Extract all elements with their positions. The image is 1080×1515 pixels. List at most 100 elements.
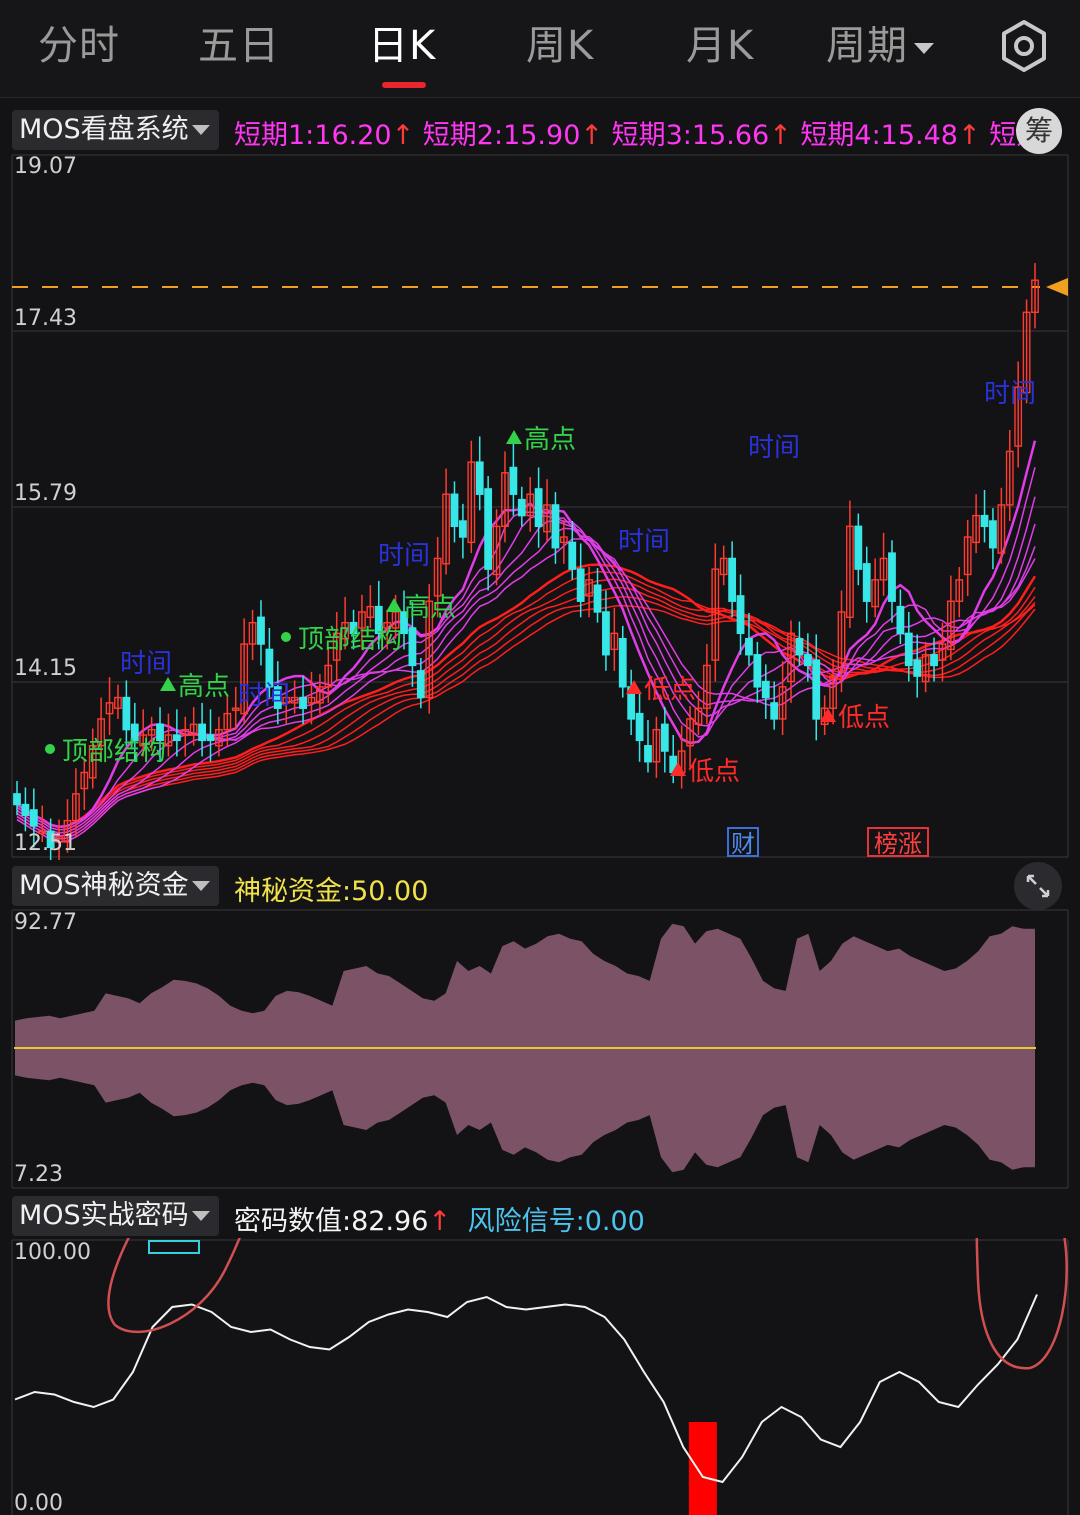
fund-label: 神秘资金: xyxy=(234,876,352,907)
period-tab-bar: 分时 五日 日K 周K 月K 周期 xyxy=(0,0,1080,98)
fund-y-min: 7.23 xyxy=(14,1162,63,1187)
candlestick xyxy=(559,519,568,564)
tab-monthly-k[interactable]: 月K xyxy=(686,18,754,74)
candlestick xyxy=(299,676,307,725)
candlestick xyxy=(324,648,333,703)
candlestick xyxy=(366,585,375,628)
kline-chart[interactable]: 顶部结构高点时间时间顶部结构高点时间高点时间低点低点时间低点时间 财 榜涨 xyxy=(0,150,1080,860)
ma2-value: 15.90 xyxy=(503,120,581,151)
y-tick-label: 12.51 xyxy=(14,831,77,856)
candlestick xyxy=(896,589,905,645)
candlestick xyxy=(450,481,459,543)
ma3-value: 15.66 xyxy=(691,120,770,151)
hand-drawn-circle-right xyxy=(975,1238,1068,1370)
candlestick xyxy=(702,644,711,725)
battle-code-chart[interactable] xyxy=(0,1238,1080,1515)
up-arrow-icon: ↑ xyxy=(428,1206,452,1237)
svg-text:高点: 高点 xyxy=(404,593,456,623)
y-tick-label: 14.15 xyxy=(14,656,77,681)
svg-text:高点: 高点 xyxy=(178,672,230,702)
candlestick xyxy=(879,532,888,596)
risk-label: 风险信号: xyxy=(467,1206,585,1237)
code-indicator-selector[interactable]: MOS实战密码 xyxy=(12,1196,219,1236)
signal-label: 高点 xyxy=(386,593,456,623)
candlestick xyxy=(593,568,602,623)
expand-icon[interactable] xyxy=(1014,862,1062,910)
chevron-down-icon xyxy=(191,1211,210,1221)
finance-badge-text: 财 xyxy=(731,830,755,858)
candlestick xyxy=(854,513,863,586)
candlestick xyxy=(963,519,972,596)
candlestick xyxy=(862,546,871,623)
svg-text:高点: 高点 xyxy=(524,425,576,455)
y-tick-label: 17.43 xyxy=(14,306,77,331)
svg-text:时间: 时间 xyxy=(378,541,430,571)
svg-text:时间: 时间 xyxy=(618,527,670,557)
candlestick xyxy=(467,440,476,554)
candlestick xyxy=(736,574,745,655)
svg-text:顶部结构: 顶部结构 xyxy=(298,625,402,655)
signal-label: 低点 xyxy=(626,675,696,705)
signal-label: 时间 xyxy=(120,649,172,679)
svg-text:时间: 时间 xyxy=(748,433,800,463)
code-value: 82.96 xyxy=(351,1206,429,1237)
signal-label: 顶部结构 xyxy=(45,737,166,767)
up-arrow-icon: ↑ xyxy=(769,120,792,151)
candlestick xyxy=(105,677,114,736)
chevron-down-icon xyxy=(914,42,934,54)
signal-label: 时间 xyxy=(238,681,290,711)
candlestick xyxy=(846,500,854,628)
svg-text:低点: 低点 xyxy=(688,757,740,787)
candlestick xyxy=(122,680,131,746)
signal-label: 时间 xyxy=(748,433,800,463)
y-tick-label: 15.79 xyxy=(14,481,77,506)
ranking-badge[interactable]: 榜涨 xyxy=(867,827,929,858)
up-arrow-icon: ↑ xyxy=(391,120,415,151)
fund-indicator-selector[interactable]: MOS神秘资金 xyxy=(12,866,219,906)
candlestick xyxy=(501,451,509,543)
tab-intraday[interactable]: 分时 xyxy=(38,18,120,74)
candlestick xyxy=(164,713,173,757)
candlestick xyxy=(627,669,636,736)
candlestick xyxy=(442,468,450,575)
candlestick xyxy=(778,661,787,736)
candlestick xyxy=(888,540,896,623)
candlestick xyxy=(551,492,560,564)
candlestick xyxy=(459,503,467,559)
ma3-label: 短期3: xyxy=(611,120,692,151)
svg-text:时间: 时间 xyxy=(120,649,172,679)
candlestick xyxy=(1031,263,1039,329)
gear-icon[interactable] xyxy=(996,18,1052,74)
candlestick xyxy=(694,691,703,736)
candlestick xyxy=(1014,361,1023,468)
finance-badge[interactable]: 财 xyxy=(727,827,759,858)
svg-text:顶部结构: 顶部结构 xyxy=(62,737,166,767)
signal-label: 顶部结构 xyxy=(281,625,402,655)
tab-daily-k[interactable]: 日K xyxy=(368,18,436,74)
candlestick xyxy=(955,566,964,618)
chip-distribution-button[interactable]: 筹 xyxy=(1016,108,1062,154)
tab-five-day[interactable]: 五日 xyxy=(198,18,280,74)
code-label: 密码数值: xyxy=(234,1206,352,1237)
tab-period-dropdown[interactable]: 周期 xyxy=(826,18,934,74)
mystery-fund-chart[interactable] xyxy=(0,908,1080,1190)
risk-value: 0.00 xyxy=(584,1206,645,1237)
candlestick xyxy=(770,681,779,730)
ma-legend: 短期1:16.20↑ 短期2:15.90↑ 短期3:15.66↑ 短期4:15.… xyxy=(234,113,1060,152)
ma2-label: 短期2: xyxy=(422,120,504,151)
candlestick xyxy=(610,607,619,671)
candlestick xyxy=(198,702,206,757)
short-ma-bands xyxy=(16,440,1037,843)
ma-line xyxy=(16,570,1036,831)
code-legend: 密码数值:82.96↑ 风险信号:0.00 xyxy=(234,1199,645,1238)
risk-signal-bars xyxy=(688,1422,717,1515)
main-indicator-selector[interactable]: MOS看盘系统 xyxy=(12,110,219,150)
candlestick xyxy=(534,467,543,548)
risk-bar xyxy=(688,1422,717,1515)
candlestick xyxy=(80,759,89,810)
signal-label: 时间 xyxy=(984,379,1036,409)
ma4-label: 短期4: xyxy=(800,120,881,151)
tab-weekly-k[interactable]: 周K xyxy=(526,18,594,74)
candlestick xyxy=(660,707,669,773)
candlestick xyxy=(475,436,484,511)
